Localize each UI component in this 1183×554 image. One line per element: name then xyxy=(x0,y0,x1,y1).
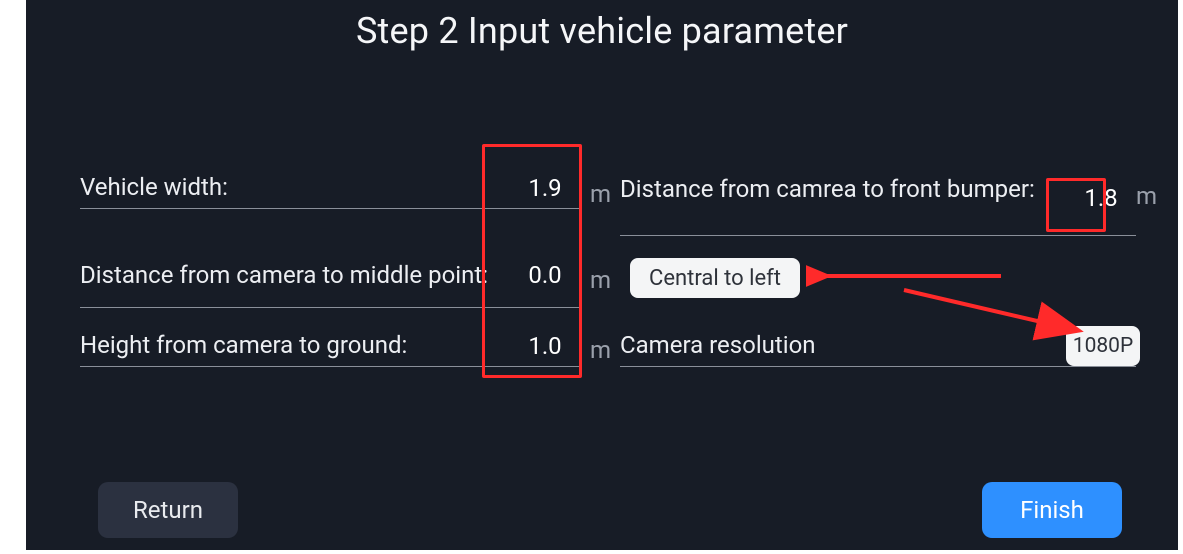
field-camera-resolution: Camera resolution xyxy=(620,330,1136,367)
page-title: Step 2 Input vehicle parameter xyxy=(26,10,1178,52)
unit-label: m xyxy=(1136,182,1157,210)
finish-button[interactable]: Finish xyxy=(982,482,1122,538)
unit-label: m xyxy=(590,266,611,294)
vehicle-width-input[interactable]: 1.9 xyxy=(510,174,580,202)
field-vehicle-width: Vehicle width: 1.9 xyxy=(80,172,580,209)
camera-middle-input[interactable]: 0.0 xyxy=(510,261,580,289)
field-camera-bumper: Distance from camrea to front bumper: 1.… xyxy=(620,172,1136,236)
resolution-selector-button[interactable]: 1080P xyxy=(1066,326,1140,366)
field-camera-middle: Distance from camera to middle point: 0.… xyxy=(80,248,580,308)
camera-bumper-label: Distance from camrea to front bumper: xyxy=(620,172,1066,204)
camera-bumper-input[interactable]: 1.8 xyxy=(1066,184,1136,212)
camera-height-label: Height from camera to ground: xyxy=(80,330,510,360)
side-selector-button[interactable]: Central to left xyxy=(630,258,800,298)
camera-height-input[interactable]: 1.0 xyxy=(510,332,580,360)
unit-label: m xyxy=(590,180,611,208)
arrow-icon xyxy=(806,260,1006,290)
camera-middle-label: Distance from camera to middle point: xyxy=(80,260,510,290)
return-button[interactable]: Return xyxy=(98,482,238,538)
camera-resolution-label: Camera resolution xyxy=(620,330,1046,360)
unit-label: m xyxy=(590,336,611,364)
vehicle-width-label: Vehicle width: xyxy=(80,172,510,202)
field-camera-height: Height from camera to ground: 1.0 xyxy=(80,330,580,367)
